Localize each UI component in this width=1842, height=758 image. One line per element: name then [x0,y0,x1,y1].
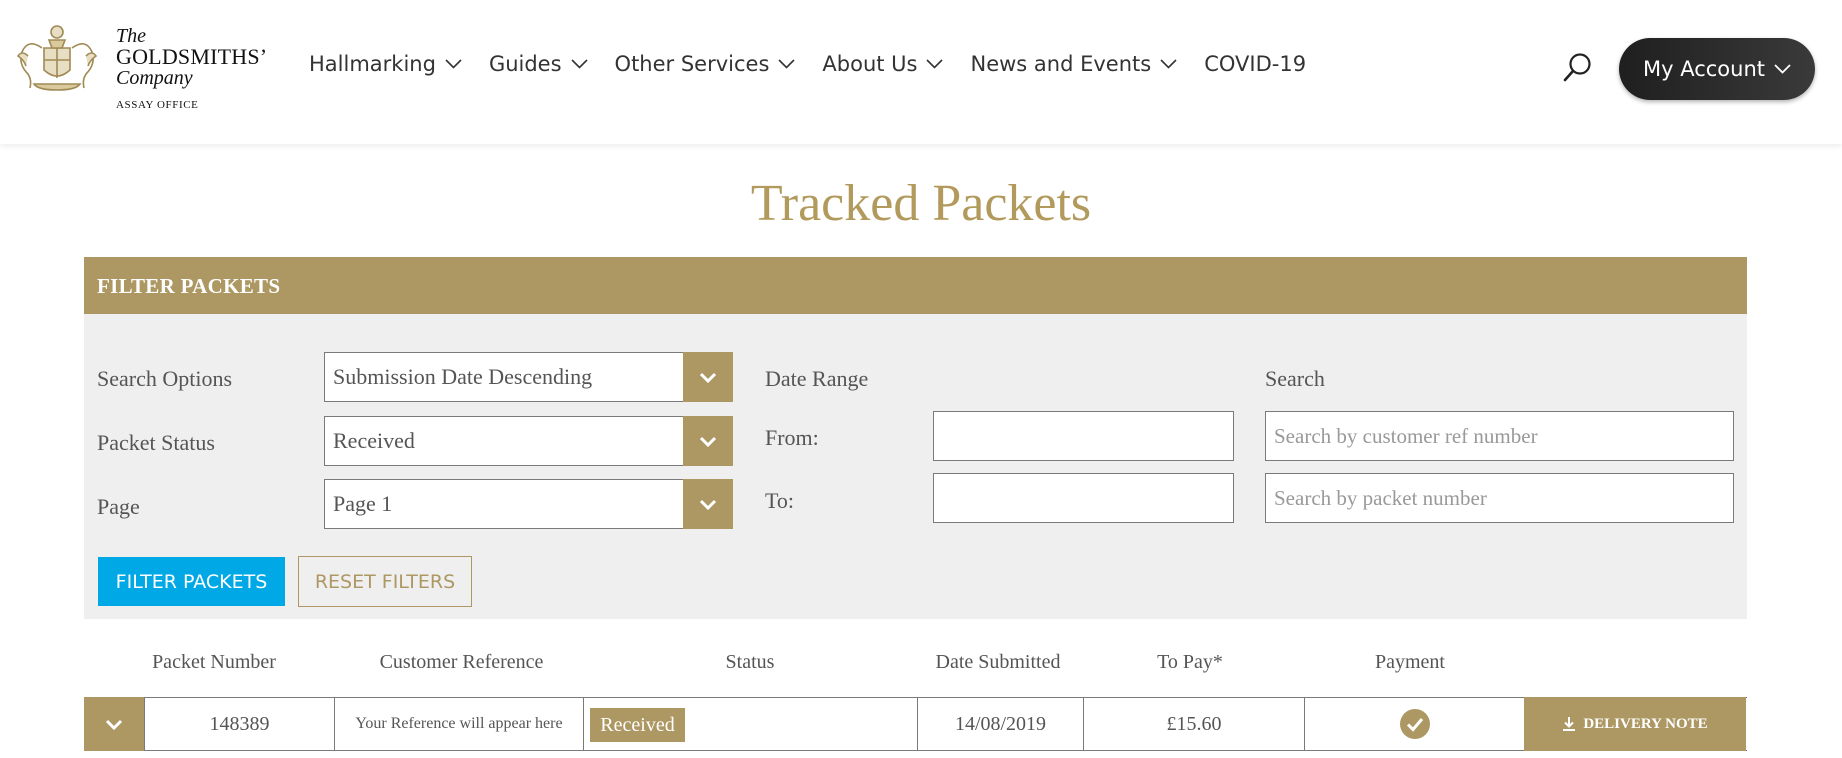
packet-status-value: Received [333,428,415,453]
search-label: Search [1265,366,1325,391]
expand-row-button[interactable] [84,697,144,751]
main-nav: Hallmarking Guides Other Services About … [309,52,1333,76]
reset-filters-button[interactable]: RESET FILTERS [298,556,472,607]
date-submitted-cell: 14/08/2019 [917,697,1083,751]
filter-panel-heading: FILTER PACKETS [84,257,1747,314]
nav-covid-19[interactable]: COVID-19 [1204,52,1306,76]
page-value: Page 1 [333,491,393,516]
page-select[interactable]: Page 1 [324,479,733,529]
page-label: Page [97,494,140,519]
chevron-down-icon [1774,64,1791,74]
nav-other-services[interactable]: Other Services [615,52,796,76]
logo-line-company: Company [116,67,193,89]
packet-status-label: Packet Status [97,430,215,455]
nav-hallmarking[interactable]: Hallmarking [309,52,462,76]
chevron-down-icon [683,479,733,529]
nav-label: Other Services [614,52,770,76]
date-range-label: Date Range [765,366,869,391]
my-account-label: My Account [1642,57,1765,81]
packet-status-select[interactable]: Received [324,416,733,466]
search-options-label: Search Options [97,366,233,391]
nav-label: Hallmarking [309,52,436,76]
packet-number-search-input[interactable] [1265,473,1734,523]
payment-cell [1304,697,1524,751]
download-icon [1563,717,1576,731]
delivery-note-label: DELIVERY NOTE [1583,715,1708,732]
status-badge: Received [590,708,685,742]
chevron-down-icon [105,719,123,730]
nav-label: News and Events [970,52,1152,76]
nav-news-and-events[interactable]: News and Events [970,52,1177,76]
my-account-button[interactable]: My Account [1619,38,1815,100]
nav-label: Guides [488,52,562,76]
column-header-status: Status [725,651,775,673]
search-options-select[interactable]: Submission Date Descending [324,352,733,402]
nav-label: About Us [822,52,918,76]
column-header-date-submitted: Date Submitted [935,651,1061,673]
customer-ref-search-input[interactable] [1265,411,1734,461]
check-circle-icon [1399,709,1430,739]
search-options-value: Submission Date Descending [333,364,593,389]
page-title: Tracked Packets [750,175,1092,232]
nav-guides[interactable]: Guides [489,52,588,76]
packet-number-cell: 148389 [144,697,334,751]
nav-label: COVID-19 [1204,52,1307,76]
from-date-input[interactable] [933,411,1234,461]
search-icon[interactable] [1563,52,1593,84]
nav-about-us[interactable]: About Us [822,52,944,76]
to-pay-cell: £15.60 [1083,697,1304,751]
to-label: To: [765,488,795,513]
logo-wordmark: The GOLDSMITHS’ Company ASSAY OFFICE [116,26,267,111]
chevron-down-icon [1160,59,1177,69]
chevron-down-icon [683,352,733,402]
filter-packets-button[interactable]: FILTER PACKETS [98,557,285,606]
chevron-down-icon [778,59,795,69]
column-header-to-pay: To Pay* [1157,651,1223,673]
column-header-customer-reference: Customer Reference [379,651,544,673]
from-label: From: [765,425,819,450]
chevron-down-icon [570,59,588,69]
column-header-payment: Payment [1375,651,1445,673]
chevron-down-icon [445,59,462,69]
logo-line-assay-office: ASSAY OFFICE [116,99,199,111]
logo-line-goldsmiths: GOLDSMITHS’ [116,44,268,69]
customer-reference-cell: Your Reference will appear here [334,697,583,751]
chevron-down-icon [683,416,733,466]
to-date-input[interactable] [933,473,1234,523]
chevron-down-icon [926,59,944,69]
delivery-note-button[interactable]: DELIVERY NOTE [1524,697,1746,751]
site-header: The GOLDSMITHS’ Company ASSAY OFFICE Hal… [0,0,1842,144]
coat-of-arms-icon [16,25,98,91]
goldsmiths-logo[interactable]: The GOLDSMITHS’ Company ASSAY OFFICE [14,18,274,113]
column-header-packet-number: Packet Number [152,651,276,673]
logo-line-the: The [116,25,146,47]
